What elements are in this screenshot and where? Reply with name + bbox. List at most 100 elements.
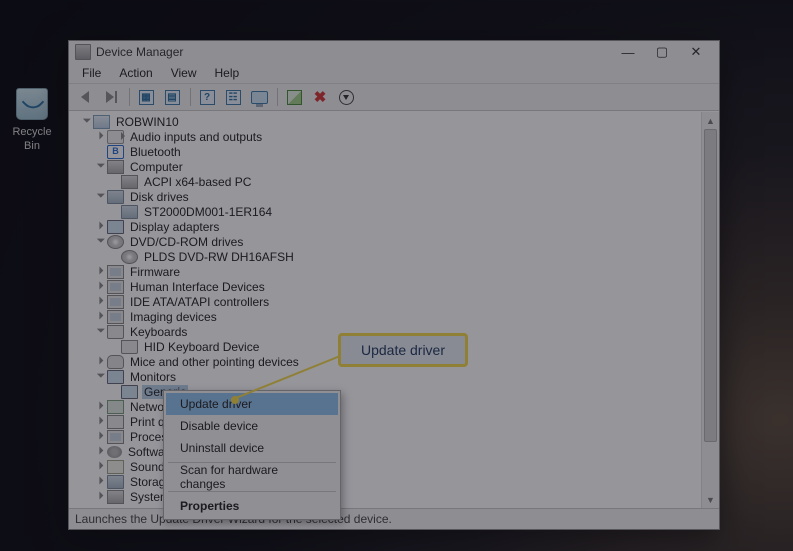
tree-label: Audio inputs and outputs bbox=[128, 130, 264, 144]
expand-icon[interactable] bbox=[95, 265, 107, 278]
tree-item[interactable]: Imaging devices bbox=[73, 309, 701, 324]
scroll-thumb[interactable] bbox=[704, 129, 717, 442]
monitor-icon bbox=[107, 370, 124, 384]
tree-item[interactable]: PLDS DVD-RW DH16AFSH bbox=[73, 249, 701, 264]
expand-icon[interactable] bbox=[95, 430, 107, 443]
tree-item[interactable]: Display adapters bbox=[73, 219, 701, 234]
tree-item[interactable]: Audio inputs and outputs bbox=[73, 129, 701, 144]
tree-item[interactable]: Bluetooth bbox=[73, 144, 701, 159]
tree-label: Mice and other pointing devices bbox=[128, 355, 301, 369]
forward-button[interactable] bbox=[99, 85, 123, 109]
uninstall-button[interactable]: ✖ bbox=[308, 85, 332, 109]
scroll-down-icon[interactable]: ▼ bbox=[702, 491, 719, 508]
menu-action[interactable]: Action bbox=[110, 64, 161, 82]
recycle-bin[interactable]: Recycle Bin bbox=[6, 88, 58, 152]
hdd-icon bbox=[107, 190, 124, 204]
tree-label: ROBWIN10 bbox=[114, 115, 181, 129]
expand-icon[interactable] bbox=[95, 160, 107, 173]
tree-label: DVD/CD-ROM drives bbox=[128, 235, 245, 249]
tree-label: Computer bbox=[128, 160, 185, 174]
chip-icon bbox=[107, 265, 124, 279]
expand-icon[interactable] bbox=[95, 310, 107, 323]
tower-icon bbox=[121, 175, 138, 189]
sound-icon bbox=[107, 460, 124, 474]
ctx-disable-device[interactable]: Disable device bbox=[166, 415, 338, 437]
ctx-scan-for-hardware-changes[interactable]: Scan for hardware changes bbox=[166, 466, 338, 488]
tree-item[interactable]: DVD/CD-ROM drives bbox=[73, 234, 701, 249]
kbd-icon bbox=[107, 325, 124, 339]
ctx-update-driver[interactable]: Update driver bbox=[166, 393, 338, 415]
pc-icon bbox=[93, 115, 110, 129]
expand-icon[interactable] bbox=[95, 445, 107, 458]
hdd-icon bbox=[121, 205, 138, 219]
tree-label: Firmware bbox=[128, 265, 182, 279]
expand-icon[interactable] bbox=[95, 490, 107, 503]
tower-icon bbox=[107, 160, 124, 174]
expand-icon[interactable] bbox=[95, 475, 107, 488]
tree-item[interactable]: Firmware bbox=[73, 264, 701, 279]
chip-icon bbox=[107, 280, 124, 294]
speaker-icon bbox=[107, 130, 124, 144]
tree-root[interactable]: ROBWIN10 bbox=[73, 114, 701, 129]
tree-label: Bluetooth bbox=[128, 145, 183, 159]
expand-icon[interactable] bbox=[95, 220, 107, 233]
vertical-scrollbar[interactable]: ▲ ▼ bbox=[701, 112, 719, 508]
expand-icon[interactable] bbox=[95, 400, 107, 413]
expand-icon[interactable] bbox=[95, 295, 107, 308]
tree-label: HID Keyboard Device bbox=[142, 340, 261, 354]
monitor-icon bbox=[107, 220, 124, 234]
titlebar[interactable]: Device Manager — ▢ ✕ bbox=[69, 41, 719, 63]
scan-button[interactable] bbox=[282, 85, 306, 109]
ctx-properties[interactable]: Properties bbox=[166, 495, 338, 517]
net-icon bbox=[107, 400, 124, 414]
properties-button[interactable] bbox=[247, 85, 271, 109]
back-button[interactable] bbox=[73, 85, 97, 109]
tree-item[interactable]: IDE ATA/ATAPI controllers bbox=[73, 294, 701, 309]
tree-item[interactable]: Human Interface Devices bbox=[73, 279, 701, 294]
tree-item[interactable]: Monitors bbox=[73, 369, 701, 384]
expand-icon[interactable] bbox=[95, 280, 107, 293]
tb-btn-1[interactable]: ▦ bbox=[134, 85, 158, 109]
expand-icon[interactable] bbox=[81, 115, 93, 128]
scroll-track[interactable] bbox=[702, 129, 719, 491]
expand-icon[interactable] bbox=[95, 460, 107, 473]
separator-icon bbox=[277, 88, 278, 106]
expand-icon[interactable] bbox=[95, 415, 107, 428]
tree-item[interactable]: Disk drives bbox=[73, 189, 701, 204]
ctx-uninstall-device[interactable]: Uninstall device bbox=[166, 437, 338, 459]
expand-icon[interactable] bbox=[95, 190, 107, 203]
separator-icon bbox=[129, 88, 130, 106]
menu-file[interactable]: File bbox=[73, 64, 110, 82]
tree-label: Display adapters bbox=[128, 220, 221, 234]
scroll-up-icon[interactable]: ▲ bbox=[702, 112, 719, 129]
menu-view[interactable]: View bbox=[162, 64, 206, 82]
tree-item[interactable]: ACPI x64-based PC bbox=[73, 174, 701, 189]
print-icon bbox=[107, 415, 124, 429]
maximize-button[interactable]: ▢ bbox=[645, 41, 679, 63]
expand-icon[interactable] bbox=[95, 355, 107, 368]
context-menu: Update driverDisable deviceUninstall dev… bbox=[163, 390, 341, 520]
tree-label: Imaging devices bbox=[128, 310, 219, 324]
expand-icon[interactable] bbox=[95, 325, 107, 338]
close-button[interactable]: ✕ bbox=[679, 41, 713, 63]
tree-label: ACPI x64-based PC bbox=[142, 175, 253, 189]
minimize-button[interactable]: — bbox=[611, 41, 645, 63]
tree-item[interactable]: Computer bbox=[73, 159, 701, 174]
recycle-bin-icon bbox=[16, 88, 48, 120]
disable-button[interactable] bbox=[334, 85, 358, 109]
menu-help[interactable]: Help bbox=[206, 64, 249, 82]
tb-btn-2[interactable]: ▤ bbox=[160, 85, 184, 109]
recycle-bin-label: Recycle Bin bbox=[12, 126, 51, 152]
bt-icon bbox=[107, 145, 124, 159]
expand-icon[interactable] bbox=[95, 370, 107, 383]
tree-label: Human Interface Devices bbox=[128, 280, 267, 294]
tower-icon bbox=[107, 490, 124, 504]
dvd-icon bbox=[121, 250, 138, 264]
tree-item[interactable]: ST2000DM001-1ER164 bbox=[73, 204, 701, 219]
tb-btn-3[interactable]: ☷ bbox=[221, 85, 245, 109]
expand-icon[interactable] bbox=[95, 235, 107, 248]
toolbar: ▦ ▤ ? ☷ ✖ bbox=[69, 84, 719, 111]
monitor-icon bbox=[121, 385, 138, 399]
expand-icon[interactable] bbox=[95, 130, 107, 143]
help-button[interactable]: ? bbox=[195, 85, 219, 109]
